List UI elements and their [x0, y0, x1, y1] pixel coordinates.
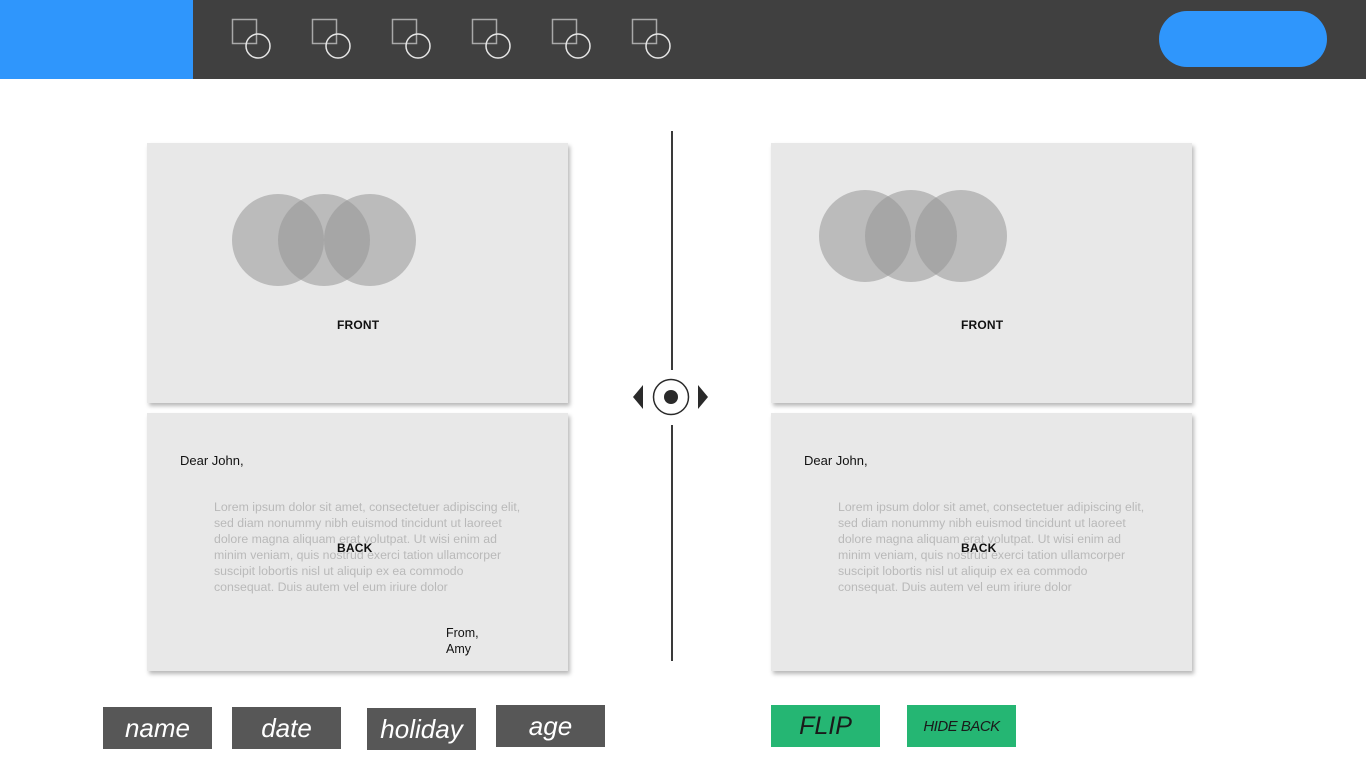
shape-tool-4-icon[interactable]	[471, 18, 511, 60]
front-label: FRONT	[337, 318, 380, 332]
salutation-text: Dear John,	[180, 453, 244, 468]
age-tag-button[interactable]: age	[496, 705, 605, 747]
previous-arrow-icon[interactable]	[632, 384, 644, 410]
back-label: BACK	[337, 541, 373, 555]
shape-tool-6-icon[interactable]	[631, 18, 671, 60]
date-tag-button[interactable]: date	[232, 707, 341, 749]
top-toolbar	[0, 0, 1366, 79]
compare-toggle-icon[interactable]	[652, 378, 690, 416]
right-card-back[interactable]: Dear John, Lorem ipsum dolor sit amet, c…	[771, 413, 1192, 671]
hide-back-button[interactable]: HIDE BACK	[907, 705, 1016, 747]
venn-circles-graphic	[232, 194, 416, 286]
signoff-line1: From,	[446, 626, 479, 640]
front-label: FRONT	[961, 318, 1004, 332]
shape-tool-5-icon[interactable]	[551, 18, 591, 60]
shape-tool-2-icon[interactable]	[311, 18, 351, 60]
right-card-front[interactable]: FRONT	[771, 143, 1192, 403]
shape-tool-1-icon[interactable]	[231, 18, 271, 60]
signoff-line2: Amy	[446, 642, 471, 656]
signoff: From, Amy	[446, 625, 479, 657]
left-card-front[interactable]: FRONT	[147, 143, 568, 403]
flip-button[interactable]: FLIP	[771, 705, 880, 747]
center-divider-bottom	[671, 425, 673, 661]
left-card-back[interactable]: Dear John, Lorem ipsum dolor sit amet, c…	[147, 413, 568, 671]
brand-logo-block[interactable]	[0, 0, 193, 79]
salutation-text: Dear John,	[804, 453, 868, 468]
name-tag-button[interactable]: name	[103, 707, 212, 749]
back-label: BACK	[961, 541, 997, 555]
shape-tool-3-icon[interactable]	[391, 18, 431, 60]
primary-pill-button[interactable]	[1159, 11, 1327, 67]
venn-circles-graphic	[819, 190, 1007, 282]
next-arrow-icon[interactable]	[697, 384, 709, 410]
holiday-tag-button[interactable]: holiday	[367, 708, 476, 750]
center-divider-top	[671, 131, 673, 370]
